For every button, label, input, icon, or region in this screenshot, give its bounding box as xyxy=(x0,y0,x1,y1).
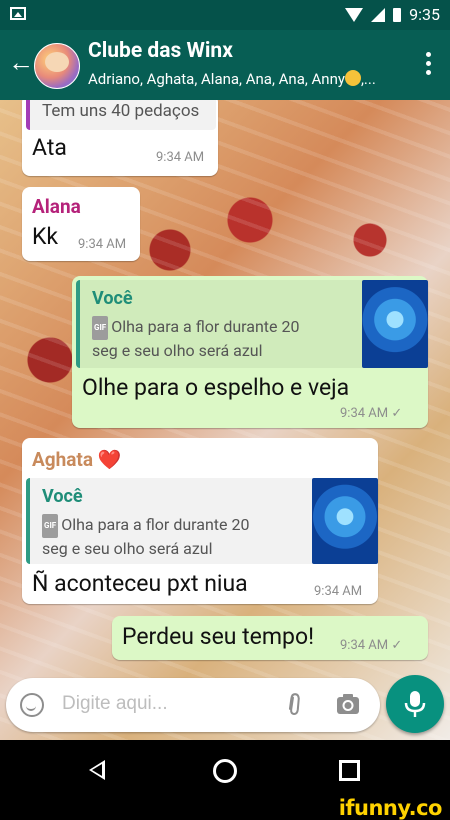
signal-icon xyxy=(371,7,386,22)
quoted-line-2: seg e seu olho será azul xyxy=(42,539,213,558)
group-avatar[interactable] xyxy=(34,43,80,89)
back-arrow-icon[interactable]: ← xyxy=(8,50,34,76)
message-text: Perdeu seu tempo! xyxy=(122,623,314,650)
message-text: Ñ aconteceu pxt niua xyxy=(32,570,248,597)
attach-paperclip-icon[interactable] xyxy=(282,690,304,720)
microphone-icon xyxy=(404,691,426,717)
quoted-line-1: Olha para a flor durante 20 xyxy=(111,317,300,336)
quoted-line-2: seg e seu olho será azul xyxy=(92,341,263,360)
status-icons: 9:35 xyxy=(345,5,440,24)
message-time: 9:34 AM ✓ xyxy=(340,638,403,653)
mic-button[interactable] xyxy=(386,675,444,733)
hugging-face-emoji-icon xyxy=(344,70,361,86)
system-nav-bar xyxy=(0,740,450,800)
emoji-icon[interactable] xyxy=(20,693,44,717)
group-title[interactable]: Clube das Winx xyxy=(88,39,233,63)
quoted-text: GIF Olha para a flor durante 20 seg e seu… xyxy=(92,316,362,362)
members-list: Adriano, Aghata, Alana, Ana, Ana, Anny xyxy=(88,70,345,88)
chat-area[interactable]: Tem uns 40 pedaços Ata 9:34 AM Alana Kk … xyxy=(0,100,450,740)
quoted-sender: Você xyxy=(42,486,83,507)
message-text: Ata xyxy=(32,134,67,161)
message-bubble[interactable]: Tem uns 40 pedaços Ata 9:34 AM xyxy=(22,100,218,176)
sender-name[interactable]: Aghata ❤️ xyxy=(32,448,121,471)
members-ellipsis: ,... xyxy=(360,70,376,88)
quoted-message[interactable]: Você GIF Olha para a flor durante 20 seg … xyxy=(76,280,428,368)
message-time: 9:34 AM xyxy=(78,237,127,252)
nav-back-icon[interactable] xyxy=(89,760,105,780)
heart-emoji-icon: ❤️ xyxy=(97,448,122,471)
sender-name[interactable]: Alana xyxy=(32,195,81,218)
image-notification-icon xyxy=(10,7,26,20)
quoted-message[interactable]: Você GIF Olha para a flor durante 20 seg … xyxy=(26,478,378,564)
message-input[interactable] xyxy=(60,692,264,716)
message-composer xyxy=(6,678,380,732)
wifi-icon xyxy=(345,7,364,22)
sent-check-icon: ✓ xyxy=(391,638,403,653)
nav-home-icon[interactable] xyxy=(213,759,237,783)
message-time: 9:34 AM xyxy=(314,584,363,599)
message-text: Kk xyxy=(32,223,59,250)
status-bar: 9:35 xyxy=(0,0,450,30)
quoted-text: GIF Olha para a flor durante 20 seg e seu… xyxy=(42,514,312,560)
group-members[interactable]: Adriano, Aghata, Alana, Ana, Ana, Anny,.… xyxy=(88,70,418,88)
nav-recents-icon[interactable] xyxy=(339,760,360,781)
chat-header: ← Clube das Winx Adriano, Aghata, Alana,… xyxy=(0,30,450,100)
ifunny-watermark: ifunny.co xyxy=(338,796,443,820)
sent-check-icon: ✓ xyxy=(391,406,403,421)
blue-rose-thumbnail[interactable] xyxy=(362,280,428,368)
camera-icon[interactable] xyxy=(336,693,360,715)
status-time: 9:35 xyxy=(409,5,440,24)
message-bubble[interactable]: Aghata ❤️ Você GIF Olha para a flor duran… xyxy=(22,438,378,604)
more-options-icon[interactable] xyxy=(426,52,432,75)
gif-icon: GIF xyxy=(92,316,109,340)
message-bubble[interactable]: Perdeu seu tempo! 9:34 AM ✓ xyxy=(112,616,428,660)
message-bubble[interactable]: Você GIF Olha para a flor durante 20 seg … xyxy=(72,276,428,428)
blue-rose-thumbnail[interactable] xyxy=(312,478,378,564)
message-time: 9:34 AM xyxy=(156,150,205,165)
quoted-line-1: Olha para a flor durante 20 xyxy=(61,515,250,534)
message-text: Olhe para o espelho e veja xyxy=(82,374,350,401)
quoted-message[interactable]: Tem uns 40 pedaços xyxy=(26,100,216,130)
gif-icon: GIF xyxy=(42,514,59,538)
message-time: 9:34 AM ✓ xyxy=(340,406,403,421)
quoted-text: Tem uns 40 pedaços xyxy=(42,101,200,121)
quoted-sender: Você xyxy=(92,288,133,309)
battery-icon xyxy=(393,7,402,22)
message-bubble[interactable]: Alana Kk 9:34 AM xyxy=(22,187,140,261)
